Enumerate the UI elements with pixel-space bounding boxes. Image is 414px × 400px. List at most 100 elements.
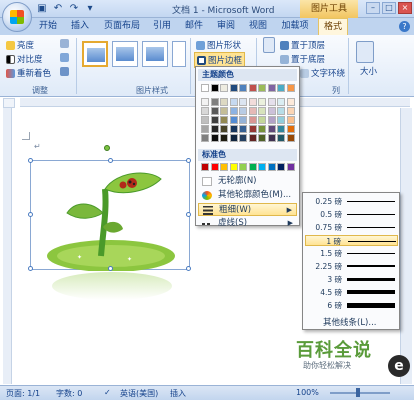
line-weight-option[interactable]: 0.25 磅 [305,196,398,207]
change-picture-icon[interactable] [60,53,69,62]
resize-handle-s[interactable] [108,266,113,271]
tab-format[interactable]: 格式 [318,18,348,35]
theme-color-swatch[interactable] [277,134,285,142]
save-icon[interactable]: ▣ [36,3,48,15]
vertical-ruler[interactable] [3,108,12,384]
theme-color-swatch[interactable] [220,98,228,106]
theme-color-swatch[interactable] [248,107,257,115]
theme-color-swatch[interactable] [229,116,238,124]
theme-color-swatch[interactable] [210,84,219,92]
theme-color-swatch[interactable] [239,84,247,92]
resize-handle-e[interactable] [186,212,191,217]
theme-color-swatch[interactable] [239,98,247,106]
tab-mailings[interactable]: 邮件 [182,18,206,35]
theme-color-swatch[interactable] [239,107,247,115]
theme-color-swatch[interactable] [258,98,266,106]
tab-page-layout[interactable]: 页面布局 [100,18,144,35]
theme-color-swatch[interactable] [248,125,257,133]
tab-references[interactable]: 引用 [150,18,174,35]
line-weight-option[interactable]: 3 磅 [305,274,398,285]
tab-review[interactable]: 审阅 [214,18,238,35]
theme-color-swatch[interactable] [229,98,238,106]
theme-color-swatch[interactable] [201,134,209,142]
brightness-button[interactable]: 亮度 [6,39,34,51]
send-to-back-button[interactable]: 置于底层 [280,53,325,65]
tab-view[interactable]: 视图 [246,18,270,35]
line-weight-option[interactable]: 4.5 磅 [305,287,398,298]
theme-color-swatch[interactable] [267,116,276,124]
theme-color-swatch[interactable] [267,84,276,92]
line-weight-option[interactable]: 2.25 磅 [305,261,398,272]
office-button[interactable] [2,2,32,32]
theme-color-swatch[interactable] [210,134,219,142]
standard-color-swatch[interactable] [258,163,266,171]
standard-color-swatch[interactable] [220,163,228,171]
theme-color-swatch[interactable] [286,84,295,92]
theme-color-swatch[interactable] [277,98,285,106]
theme-color-swatch[interactable] [258,134,266,142]
theme-color-swatch[interactable] [220,125,228,133]
theme-color-swatch[interactable] [210,116,219,124]
theme-color-swatch[interactable] [286,116,295,124]
picture-style-scroll[interactable] [172,41,186,67]
theme-color-swatch[interactable] [248,134,257,142]
theme-color-swatch[interactable] [220,84,228,92]
theme-color-swatch[interactable] [258,84,266,92]
standard-color-swatch[interactable] [239,163,247,171]
ruler-corner[interactable] [3,98,15,108]
more-outline-colors-item[interactable]: 其他轮廓颜色(M)... [198,189,297,202]
theme-color-swatch[interactable] [248,116,257,124]
resize-handle-w[interactable] [28,212,33,217]
contrast-button[interactable]: 对比度 [6,53,43,65]
theme-color-swatch[interactable] [239,134,247,142]
undo-icon[interactable]: ↶ [52,3,64,15]
theme-color-swatch[interactable] [277,107,285,115]
theme-color-swatch[interactable] [201,125,209,133]
theme-color-swatch[interactable] [220,116,228,124]
resize-handle-n[interactable] [108,158,113,163]
insert-mode-indicator[interactable]: 插入 [170,388,186,399]
recolor-button[interactable]: 重新着色 [6,67,51,79]
standard-color-swatch[interactable] [229,163,238,171]
bring-to-front-button[interactable]: 置于顶层 [280,39,325,51]
theme-color-swatch[interactable] [201,107,209,115]
tab-home[interactable]: 开始 [36,18,60,35]
language-indicator[interactable]: 英语(美国) [120,388,158,399]
reset-picture-icon[interactable] [60,67,69,76]
resize-handle-nw[interactable] [28,158,33,163]
page-count[interactable]: 页面: 1/1 [6,388,40,399]
theme-color-swatch[interactable] [201,84,209,92]
theme-color-swatch[interactable] [277,84,285,92]
theme-color-swatch[interactable] [229,134,238,142]
line-weight-option[interactable]: 0.5 磅 [305,209,398,220]
theme-color-swatch[interactable] [229,125,238,133]
position-button[interactable] [262,37,276,53]
line-weight-option[interactable]: 6 磅 [305,300,398,311]
picture-style-3[interactable] [142,41,168,67]
redo-icon[interactable]: ↷ [68,3,80,15]
resize-handle-ne[interactable] [186,158,191,163]
rotation-handle[interactable] [104,145,110,151]
theme-color-swatch[interactable] [267,107,276,115]
dashes-item[interactable]: 虚线(S) ▶ [198,217,297,230]
zoom-level[interactable]: 100% [296,388,319,397]
theme-color-swatch[interactable] [229,107,238,115]
theme-color-swatch[interactable] [229,84,238,92]
selected-picture[interactable]: ✦ ✦ [28,158,191,272]
theme-color-swatch[interactable] [210,98,219,106]
theme-color-swatch[interactable] [258,107,266,115]
text-wrap-button[interactable]: 文字环绕 [300,67,345,79]
picture-shape-button[interactable]: 图片形状 [196,39,241,51]
line-weight-option[interactable]: 1 磅 [305,235,398,246]
standard-color-swatch[interactable] [201,163,209,171]
weight-item[interactable]: 粗细(W) ▶ [198,203,297,216]
theme-color-swatch[interactable] [248,98,257,106]
theme-color-swatch[interactable] [248,84,257,92]
theme-color-swatch[interactable] [258,125,266,133]
size-button[interactable] [356,41,374,63]
theme-color-swatch[interactable] [277,125,285,133]
theme-color-swatch[interactable] [201,116,209,124]
theme-color-swatch[interactable] [201,98,209,106]
theme-color-swatch[interactable] [267,98,276,106]
zoom-slider-knob[interactable] [356,388,360,397]
